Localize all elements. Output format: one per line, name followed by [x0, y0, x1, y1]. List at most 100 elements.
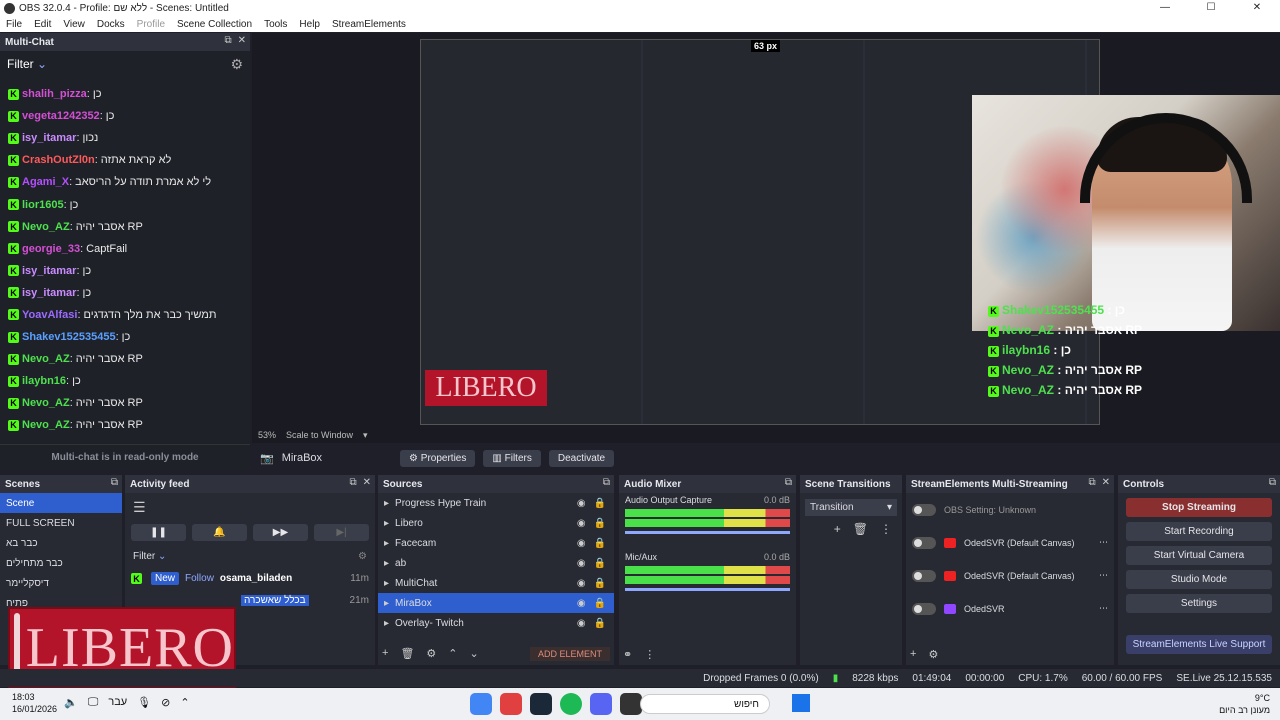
deactivate-button[interactable]: Deactivate [548, 449, 615, 467]
float-icon[interactable]: ⧉ [785, 477, 792, 488]
trash-icon[interactable]: 🗑 [853, 522, 868, 536]
link-icon[interactable]: ⚭ [623, 648, 632, 661]
stop-streaming-button[interactable]: Stop Streaming [1126, 498, 1272, 517]
gear-icon[interactable]: ⚙ [358, 551, 367, 562]
toggle[interactable] [912, 569, 936, 582]
source-item[interactable]: ▸ Libero ◉ 🔒 [378, 513, 614, 533]
close-icon[interactable]: ✕ [238, 35, 246, 46]
clock[interactable]: 18:03 16/01/2026 [12, 691, 57, 715]
add-element-button[interactable]: ADD ELEMENT [529, 647, 610, 661]
eye-icon[interactable]: ◉ [577, 558, 586, 569]
lock-icon[interactable]: 🔒 [594, 498, 606, 509]
toggle[interactable] [912, 503, 936, 516]
obs-app-icon[interactable] [500, 693, 522, 715]
close-icon[interactable]: ✕ [1234, 0, 1280, 16]
preview-area[interactable]: 63 px LIBERO K Shakev152535455 : כן K Nevo_… [252, 33, 1280, 443]
pause-icon[interactable]: ❚❚ [131, 524, 186, 541]
hamburger-icon[interactable]: ☰ [125, 493, 375, 522]
volume-icon[interactable]: 🔈 [64, 696, 78, 709]
menu-tools[interactable]: Tools [258, 19, 293, 30]
eye-off-icon[interactable]: ⊘ [161, 696, 170, 709]
lock-icon[interactable]: 🔒 [594, 598, 606, 609]
menu-dots-icon[interactable]: ⋯ [1099, 570, 1108, 581]
menu-dots-icon[interactable]: ⋯ [1099, 603, 1108, 614]
menu-help[interactable]: Help [293, 19, 326, 30]
menu-streamelements[interactable]: StreamElements [326, 19, 412, 30]
source-item[interactable]: ▸ ab ◉ 🔒 [378, 553, 614, 573]
toggle[interactable] [912, 536, 936, 549]
source-item[interactable]: ▸ Facecam ◉ 🔒 [378, 533, 614, 553]
discord-icon[interactable] [590, 693, 612, 715]
language-indicator[interactable]: עבר [108, 696, 127, 709]
gear-icon[interactable]: ⚙ [928, 648, 938, 661]
terminal-icon[interactable] [620, 693, 642, 715]
eye-icon[interactable]: ◉ [577, 618, 586, 629]
arrow-up-icon[interactable]: ⌃ [448, 647, 457, 661]
chevron-down-icon[interactable]: ▾ [363, 430, 368, 441]
gear-icon[interactable]: ⚙ [426, 647, 436, 661]
live-support-button[interactable]: StreamElements Live Support [1126, 635, 1272, 654]
float-icon[interactable]: ⧉ [349, 477, 356, 488]
float-icon[interactable]: ⧉ [111, 477, 118, 488]
gear-icon[interactable]: ⚙ [230, 56, 243, 73]
eye-icon[interactable]: ◉ [577, 538, 586, 549]
volume-slider[interactable] [625, 531, 790, 534]
zoom-level[interactable]: 53% [258, 430, 276, 441]
mic-icon[interactable]: 🎙 [137, 696, 151, 709]
source-item[interactable]: ▸ MultiChat ◉ 🔒 [378, 573, 614, 593]
lock-icon[interactable]: 🔒 [594, 618, 606, 629]
menu-dots-icon[interactable]: ⋮ [880, 522, 892, 536]
start-virtual-camera-button[interactable]: Start Virtual Camera [1126, 546, 1272, 565]
weather-widget[interactable]: 9°C מעונן רב היום [1219, 692, 1270, 716]
multichat-filter[interactable]: Filter ⌄ ⚙ [0, 51, 250, 77]
bell-icon[interactable]: 🔔 [192, 524, 247, 541]
trash-icon[interactable]: 🗑 [400, 647, 414, 661]
windows-start-icon[interactable] [792, 694, 810, 712]
chevron-up-icon[interactable]: ⌃ [180, 696, 189, 709]
add-icon[interactable]: + [834, 522, 841, 536]
menu-view[interactable]: View [57, 19, 91, 30]
activity-event[interactable]: K New Follow osama_biladen 11m [125, 570, 375, 587]
skip-icon[interactable]: ▶| [314, 524, 369, 541]
start-recording-button[interactable]: Start Recording [1126, 522, 1272, 541]
scene-item[interactable]: דיסקליימר [0, 573, 122, 593]
network-icon[interactable]: 🖵 [88, 696, 99, 709]
scene-item[interactable]: כבר בא [0, 533, 122, 553]
add-icon[interactable]: + [910, 648, 916, 661]
eye-icon[interactable]: ◉ [577, 578, 586, 589]
fast-forward-icon[interactable]: ▶▶ [253, 524, 308, 541]
menu-scene-collection[interactable]: Scene Collection [171, 19, 258, 30]
scene-item[interactable]: FULL SCREEN [0, 513, 122, 533]
close-icon[interactable]: ✕ [363, 477, 371, 488]
source-item[interactable]: ▸ MiraBox ◉ 🔒 [378, 593, 614, 613]
eye-icon[interactable]: ◉ [577, 498, 586, 509]
add-icon[interactable]: + [382, 647, 388, 661]
spotify-icon[interactable] [560, 693, 582, 715]
activity-filter[interactable]: Filter ⌄ ⚙ [125, 543, 375, 570]
close-icon[interactable]: ✕ [1102, 477, 1110, 488]
menu-docks[interactable]: Docks [91, 19, 131, 30]
steam-icon[interactable] [530, 693, 552, 715]
float-icon[interactable]: ⧉ [603, 477, 610, 488]
scale-mode[interactable]: Scale to Window [286, 430, 353, 441]
source-item[interactable]: ▸ Progress Hype Train ◉ 🔒 [378, 493, 614, 513]
settings-button[interactable]: Settings [1126, 594, 1272, 613]
filters-button[interactable]: ▥ Filters [483, 449, 541, 467]
scene-item[interactable]: כבר מתחילים [0, 553, 122, 573]
menu-file[interactable]: File [0, 19, 28, 30]
menu-edit[interactable]: Edit [28, 19, 57, 30]
lock-icon[interactable]: 🔒 [594, 558, 606, 569]
source-item[interactable]: ▸ Overlay- Twitch ◉ 🔒 [378, 613, 614, 633]
float-icon[interactable]: ⧉ [224, 35, 231, 46]
properties-button[interactable]: ⚙ Properties [400, 449, 476, 467]
lock-icon[interactable]: 🔒 [594, 538, 606, 549]
transition-select[interactable]: Transition ▾ [805, 499, 897, 516]
menu-profile[interactable]: Profile [131, 19, 171, 30]
studio-mode-button[interactable]: Studio Mode [1126, 570, 1272, 589]
volume-slider[interactable] [625, 588, 790, 591]
lock-icon[interactable]: 🔒 [594, 578, 606, 589]
minimize-icon[interactable]: — [1142, 0, 1188, 16]
menu-dots-icon[interactable]: ⋮ [644, 648, 655, 661]
lock-icon[interactable]: 🔒 [594, 518, 606, 529]
maximize-icon[interactable]: ☐ [1188, 0, 1234, 16]
